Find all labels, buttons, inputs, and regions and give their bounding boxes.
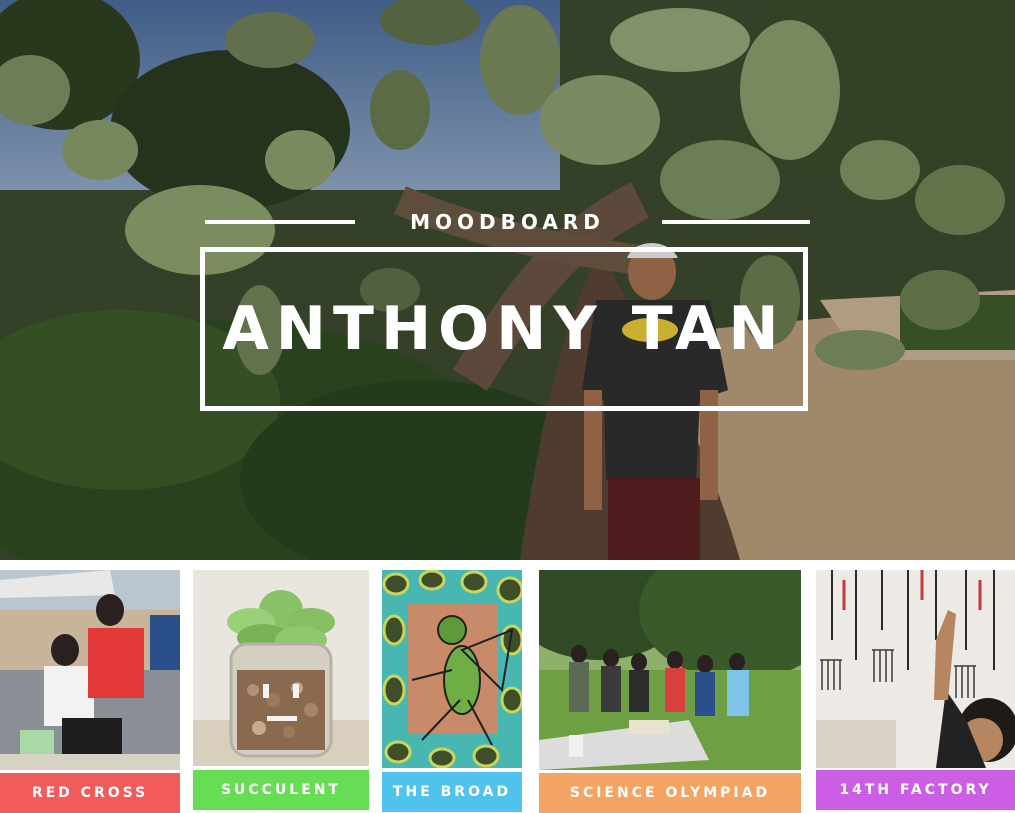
science-olympiad-photo [539,570,801,770]
red-cross-photo [0,570,180,770]
the-broad-photo [382,570,522,768]
14th-factory-photo [816,570,1015,768]
subtitle-rule-right [662,220,810,224]
tile-red-cross[interactable]: RED CROSS [0,570,180,813]
succulent-photo [193,570,369,766]
succulent-label: SUCCULENT [193,770,369,810]
tile-the-broad[interactable]: THE BROAD [382,570,522,812]
tile-14th-factory[interactable]: 14TH FACTORY [816,570,1015,812]
tile-succulent[interactable]: SUCCULENT [193,570,369,812]
the-broad-label: THE BROAD [382,772,522,812]
title-frame: ANTHONY TAN [200,247,808,411]
page-title: ANTHONY TAN [222,294,786,364]
hero-banner: MOODBOARD ANTHONY TAN [0,0,1015,560]
red-cross-label: RED CROSS [0,773,180,813]
tile-science-olympiad[interactable]: SCIENCE OLYMPIAD [539,570,801,813]
science-olympiad-label: SCIENCE OLYMPIAD [539,773,801,813]
subtitle-row: MOODBOARD [205,208,810,236]
14th-factory-label: 14TH FACTORY [816,770,1015,810]
